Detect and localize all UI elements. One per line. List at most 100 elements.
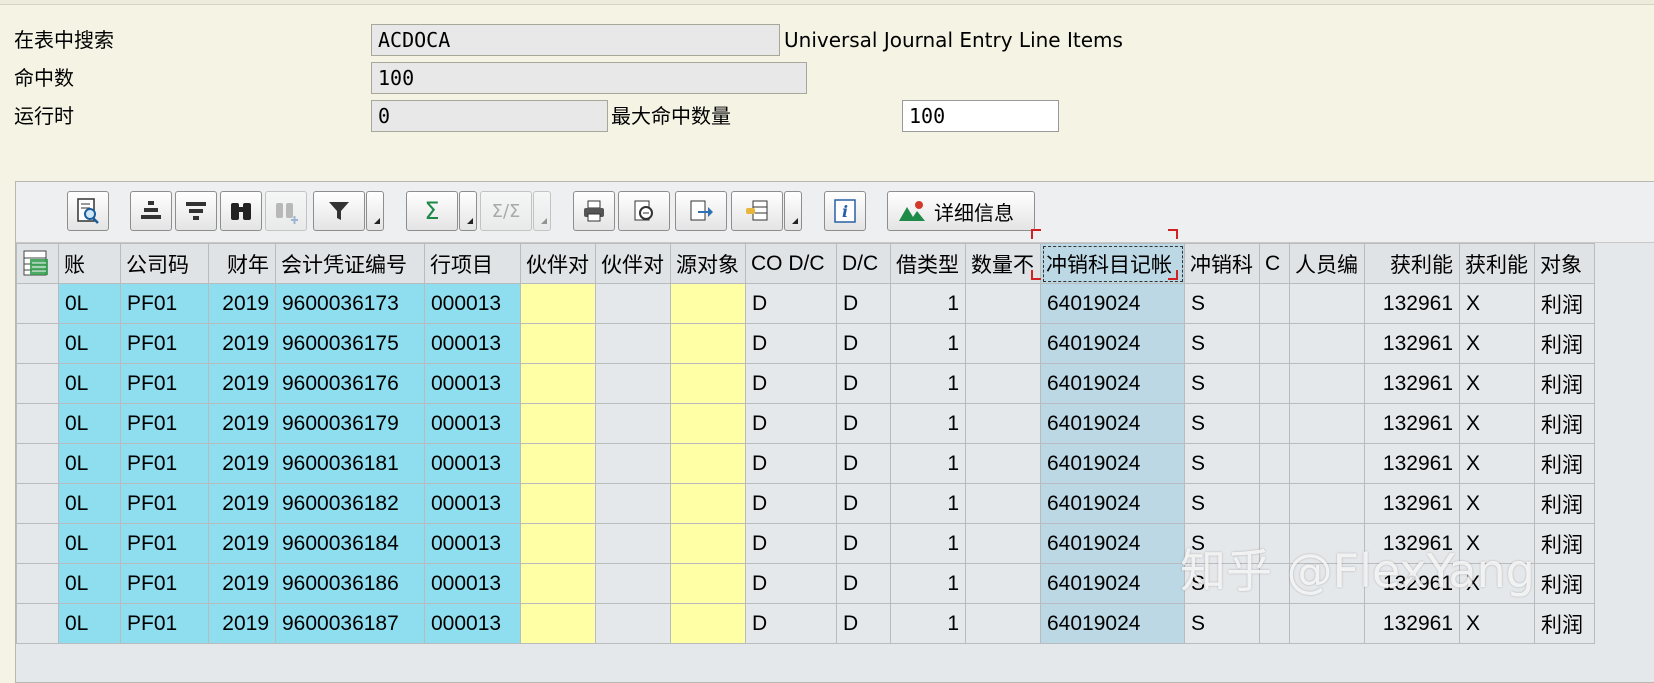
cell-line-item[interactable]: 000013 (424, 283, 521, 324)
cell-document-number[interactable]: 9600036173 (275, 283, 425, 324)
cell-partner-2[interactable] (595, 283, 671, 324)
details-button[interactable] (67, 191, 109, 231)
cell-co-dc[interactable]: D (745, 483, 837, 524)
cell-quantity[interactable] (965, 403, 1041, 444)
subtotal-dropdown[interactable] (533, 191, 551, 231)
cell-debit-type[interactable]: 1 (890, 443, 966, 484)
cell-object[interactable]: 利润 (1534, 523, 1595, 564)
cell-line-item[interactable]: 000013 (424, 603, 521, 644)
cell-source-object[interactable] (670, 363, 746, 404)
table-row[interactable]: 0L PF01 2019 9600036187 000013 D D 1 64019024 S 13… (16, 603, 1595, 644)
cell-company-code[interactable]: PF01 (120, 323, 209, 364)
cell-profitability-1[interactable]: 132961 (1364, 283, 1460, 324)
max-hits-input[interactable]: 100 (902, 100, 1059, 132)
subtotal-button[interactable]: Σ/Σ (480, 191, 532, 231)
row-selector[interactable] (16, 483, 59, 524)
cell-source-object[interactable] (670, 283, 746, 324)
cell-offset-type[interactable]: S (1184, 283, 1260, 324)
table-row[interactable]: 0L PF01 2019 9600036179 000013 D D 1 64019024 S 13… (16, 403, 1595, 444)
cell-fiscal-year[interactable]: 2019 (208, 603, 276, 644)
cell-c[interactable] (1259, 403, 1290, 444)
cell-profitability-1[interactable]: 132961 (1364, 603, 1460, 644)
col-header-debit-type[interactable]: 借类型 (890, 243, 966, 284)
cell-source-object[interactable] (670, 483, 746, 524)
cell-personnel[interactable] (1289, 283, 1365, 324)
cell-dc[interactable]: D (836, 323, 891, 364)
cell-dc[interactable]: D (836, 403, 891, 444)
cell-company-code[interactable]: PF01 (120, 363, 209, 404)
cell-dc[interactable]: D (836, 523, 891, 564)
cell-company-code[interactable]: PF01 (120, 563, 209, 604)
col-header-fiscal-year[interactable]: 财年 (208, 243, 276, 284)
cell-document-number[interactable]: 9600036187 (275, 603, 425, 644)
col-header-c[interactable]: C (1259, 243, 1290, 284)
cell-offset-account[interactable]: 64019024 (1040, 603, 1185, 644)
cell-co-dc[interactable]: D (745, 443, 837, 484)
col-header-partner-2[interactable]: 伙伴对 (595, 243, 671, 284)
cell-partner-1[interactable] (520, 563, 596, 604)
filter-button[interactable] (313, 191, 365, 231)
print-button[interactable] (573, 191, 615, 231)
cell-ledger[interactable]: 0L (58, 283, 121, 324)
cell-quantity[interactable] (965, 563, 1041, 604)
col-header-source-object[interactable]: 源对象 (670, 243, 746, 284)
view-button[interactable] (618, 191, 670, 231)
cell-ledger[interactable]: 0L (58, 563, 121, 604)
cell-debit-type[interactable]: 1 (890, 523, 966, 564)
cell-source-object[interactable] (670, 443, 746, 484)
cell-quantity[interactable] (965, 323, 1041, 364)
info-button[interactable]: i (824, 191, 866, 231)
col-header-partner-1[interactable]: 伙伴对 (520, 243, 596, 284)
cell-co-dc[interactable]: D (745, 523, 837, 564)
col-header-profitability-1[interactable]: 获利能 (1364, 243, 1460, 284)
cell-c[interactable] (1259, 603, 1290, 644)
row-selector-header[interactable] (16, 243, 59, 284)
cell-fiscal-year[interactable]: 2019 (208, 323, 276, 364)
cell-profitability-1[interactable]: 132961 (1364, 323, 1460, 364)
cell-debit-type[interactable]: 1 (890, 563, 966, 604)
cell-document-number[interactable]: 9600036175 (275, 323, 425, 364)
cell-line-item[interactable]: 000013 (424, 483, 521, 524)
cell-company-code[interactable]: PF01 (120, 483, 209, 524)
cell-debit-type[interactable]: 1 (890, 283, 966, 324)
cell-profitability-2[interactable]: X (1459, 483, 1535, 524)
cell-personnel[interactable] (1289, 323, 1365, 364)
cell-document-number[interactable]: 9600036184 (275, 523, 425, 564)
row-selector[interactable] (16, 363, 59, 404)
cell-offset-account[interactable]: 64019024 (1040, 283, 1185, 324)
cell-document-number[interactable]: 9600036181 (275, 443, 425, 484)
cell-co-dc[interactable]: D (745, 363, 837, 404)
cell-offset-account[interactable]: 64019024 (1040, 403, 1185, 444)
cell-company-code[interactable]: PF01 (120, 523, 209, 564)
cell-dc[interactable]: D (836, 283, 891, 324)
cell-line-item[interactable]: 000013 (424, 563, 521, 604)
cell-ledger[interactable]: 0L (58, 603, 121, 644)
cell-partner-1[interactable] (520, 283, 596, 324)
col-header-personnel[interactable]: 人员编 (1289, 243, 1365, 284)
cell-dc[interactable]: D (836, 563, 891, 604)
find-button[interactable] (220, 191, 262, 231)
layout-button[interactable] (731, 191, 783, 231)
cell-profitability-2[interactable]: X (1459, 363, 1535, 404)
cell-fiscal-year[interactable]: 2019 (208, 363, 276, 404)
table-row[interactable]: 0L PF01 2019 9600036173 000013 D D 1 64019024 S 13… (16, 283, 1595, 324)
cell-source-object[interactable] (670, 603, 746, 644)
cell-debit-type[interactable]: 1 (890, 363, 966, 404)
cell-partner-2[interactable] (595, 523, 671, 564)
cell-fiscal-year[interactable]: 2019 (208, 483, 276, 524)
cell-partner-2[interactable] (595, 603, 671, 644)
cell-fiscal-year[interactable]: 2019 (208, 403, 276, 444)
cell-object[interactable]: 利润 (1534, 483, 1595, 524)
cell-object[interactable]: 利润 (1534, 323, 1595, 364)
row-selector[interactable] (16, 603, 59, 644)
cell-source-object[interactable] (670, 323, 746, 364)
filter-list-button[interactable] (175, 191, 217, 231)
cell-partner-2[interactable] (595, 443, 671, 484)
cell-document-number[interactable]: 9600036176 (275, 363, 425, 404)
layout-dropdown[interactable] (784, 191, 802, 231)
row-selector[interactable] (16, 323, 59, 364)
cell-c[interactable] (1259, 483, 1290, 524)
cell-fiscal-year[interactable]: 2019 (208, 563, 276, 604)
cell-line-item[interactable]: 000013 (424, 443, 521, 484)
cell-quantity[interactable] (965, 603, 1041, 644)
